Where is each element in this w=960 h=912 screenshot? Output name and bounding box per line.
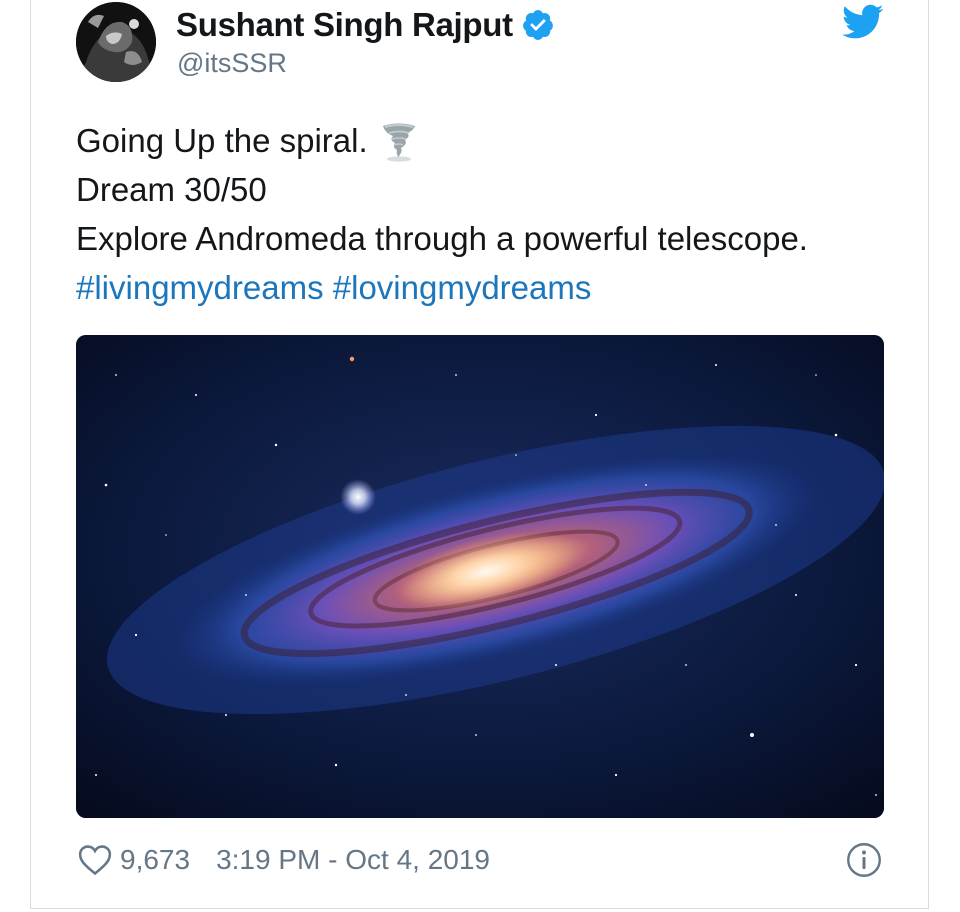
verified-badge-icon — [522, 10, 553, 40]
tweet-line-1: Going Up the spiral. — [76, 116, 896, 165]
hashtag-link[interactable]: #lovingmydreams — [333, 269, 592, 306]
avatar[interactable] — [76, 2, 156, 82]
tweet-line-1-text: Going Up the spiral. — [76, 122, 368, 159]
tweet-footer: 9,673 3:19 PM - Oct 4, 2019 — [78, 838, 490, 882]
tweet-line-2: Dream 30/50 — [76, 171, 267, 208]
heart-icon[interactable] — [78, 844, 112, 876]
tweet-timestamp[interactable]: 3:19 PM - Oct 4, 2019 — [216, 844, 490, 876]
like-count[interactable]: 9,673 — [120, 844, 190, 876]
author-row: Sushant Singh Rajput — [176, 6, 555, 44]
tweet-hashtags: #livingmydreams #lovingmydreams — [76, 263, 896, 312]
hashtag-link[interactable]: #livingmydreams — [76, 269, 324, 306]
tweet-line-3: Explore Andromeda through a powerful tel… — [76, 220, 808, 257]
author-name[interactable]: Sushant Singh Rajput — [176, 6, 513, 44]
info-icon[interactable] — [846, 842, 882, 878]
twitter-bird-icon[interactable] — [842, 4, 884, 40]
tweet-media-image[interactable] — [76, 335, 884, 818]
author-handle[interactable]: @itsSSR — [177, 48, 287, 79]
tweet-text: Going Up the spiral. Dream 30/50 Explore… — [76, 116, 896, 312]
tornado-emoji-icon — [382, 123, 415, 162]
andromeda-galaxy-image — [76, 335, 884, 818]
